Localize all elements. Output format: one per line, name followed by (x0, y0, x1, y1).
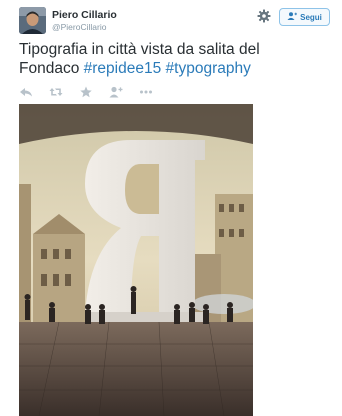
hashtag-typography[interactable]: #typography (166, 60, 251, 77)
star-icon[interactable] (79, 85, 93, 98)
tweet-photo[interactable] (19, 104, 253, 416)
retweet-icon[interactable] (49, 85, 63, 97)
more-icon[interactable] (139, 85, 153, 97)
follow-button-label: Segui (300, 12, 322, 22)
photo-image (19, 104, 253, 416)
reply-icon[interactable] (19, 85, 33, 97)
tweet-text-line1: Tipografia in città vista da salita del (19, 41, 260, 58)
hashtag-repidee15[interactable]: #repidee15 (84, 60, 162, 77)
add-user-icon (287, 12, 298, 22)
username[interactable]: @PieroCillario (52, 22, 106, 32)
tweet-actions (19, 84, 169, 98)
tweet-text-line2: Fondaco #repidee15 #typography (19, 59, 319, 78)
tweet-text: Tipografia in città vista da salita del … (19, 40, 319, 78)
tweet-text-word: Fondaco (19, 60, 80, 77)
display-name[interactable]: Piero Cillario (52, 9, 117, 21)
follow-button[interactable]: Segui (279, 8, 330, 26)
gear-icon[interactable] (257, 9, 271, 23)
avatar-image (19, 7, 46, 34)
add-to-list-icon[interactable] (109, 85, 123, 98)
avatar[interactable] (19, 7, 46, 34)
tweet-card: Piero Cillario @PieroCillario Segui Tipo… (0, 0, 342, 416)
